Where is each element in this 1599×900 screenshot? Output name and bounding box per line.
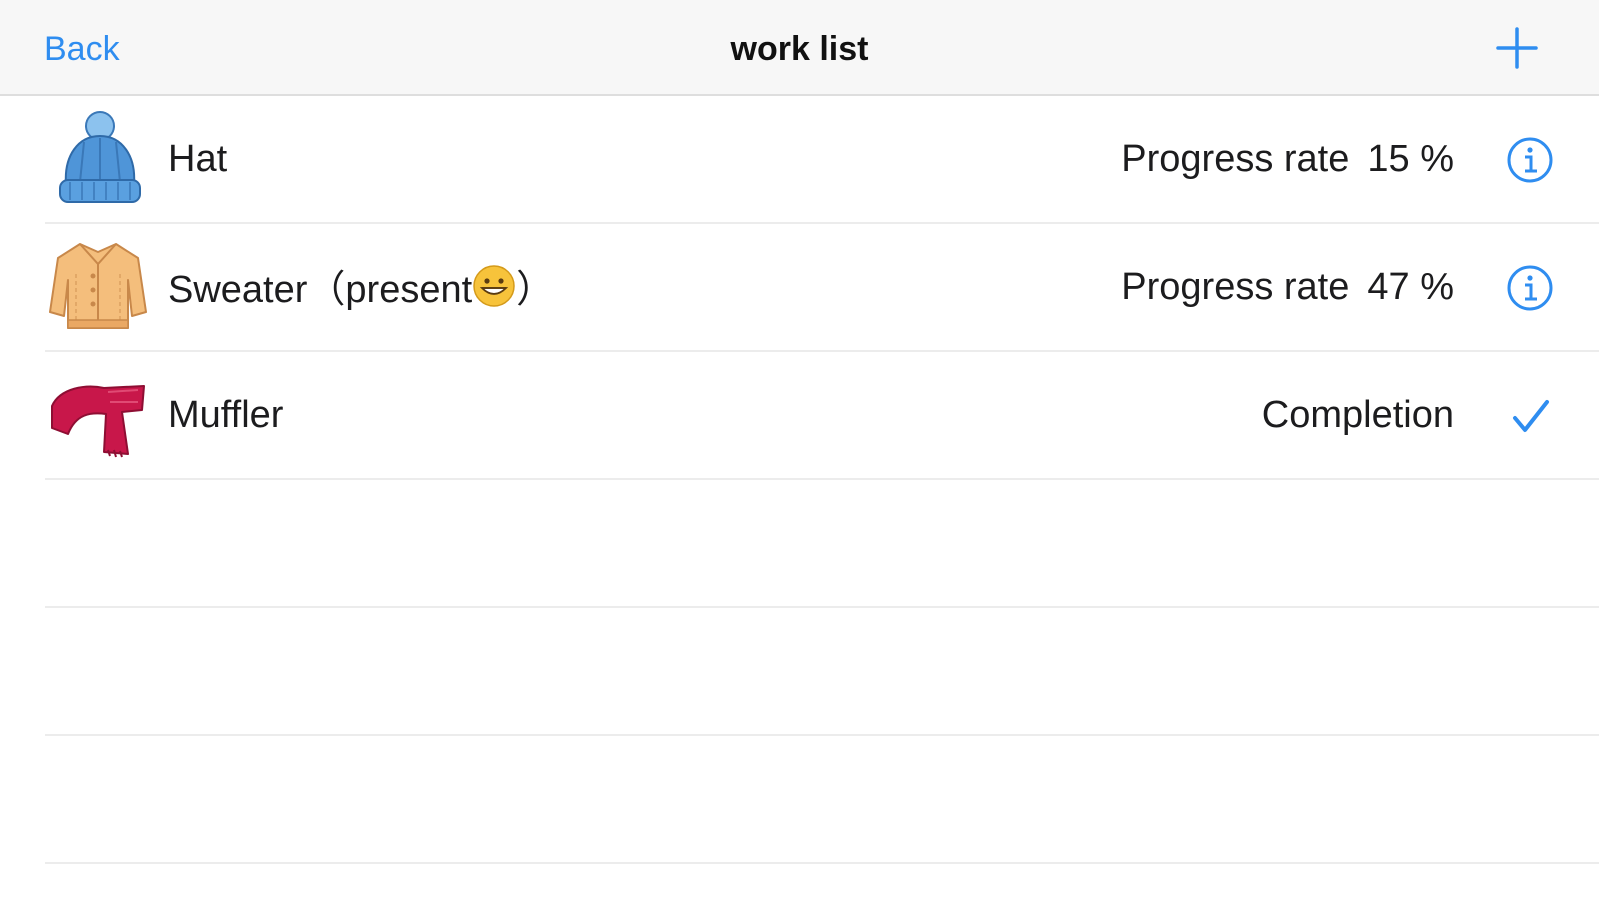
item-name: Sweater（present ） [168,264,554,313]
status-label: Progress rate [1121,266,1350,308]
grinning-face-emoji [473,265,515,307]
list-item-hat[interactable]: Hat Progress rate 15 % [0,96,1599,224]
list-item-sweater[interactable]: Sweater（present ） Progress rate 47 % [0,224,1599,352]
item-name-suffix: ） [516,269,555,311]
item-status: Progress rate 47 % [1121,264,1454,310]
item-name-text: Sweater（present [168,269,473,311]
sweater-icon [49,243,147,329]
status-label: Completion [1261,394,1454,436]
plus-icon[interactable] [1495,26,1539,70]
item-name: Muffler [168,394,284,436]
empty-row [0,736,1599,864]
empty-row [0,608,1599,736]
info-icon[interactable] [1506,264,1554,312]
item-name: Hat [168,138,228,180]
item-status: Progress rate 15 % [1121,136,1454,182]
progress-value: 47 % [1367,266,1454,308]
knit-hat-icon [59,111,141,203]
navigation-bar: Back work list [0,0,1599,96]
muffler-icon [51,385,145,458]
empty-row [0,480,1599,608]
item-status: Completion [1262,392,1454,438]
list-item-muffler[interactable]: Muffler Completion [0,352,1599,480]
info-icon[interactable] [1506,136,1554,184]
checkmark-icon [1513,400,1549,432]
work-list: Hat Progress rate 15 % Sweater（present ）… [0,96,1599,864]
status-label: Progress rate [1121,138,1350,180]
page-title: work list [730,30,869,68]
progress-value: 15 % [1367,138,1454,180]
row-separator [45,862,1599,864]
